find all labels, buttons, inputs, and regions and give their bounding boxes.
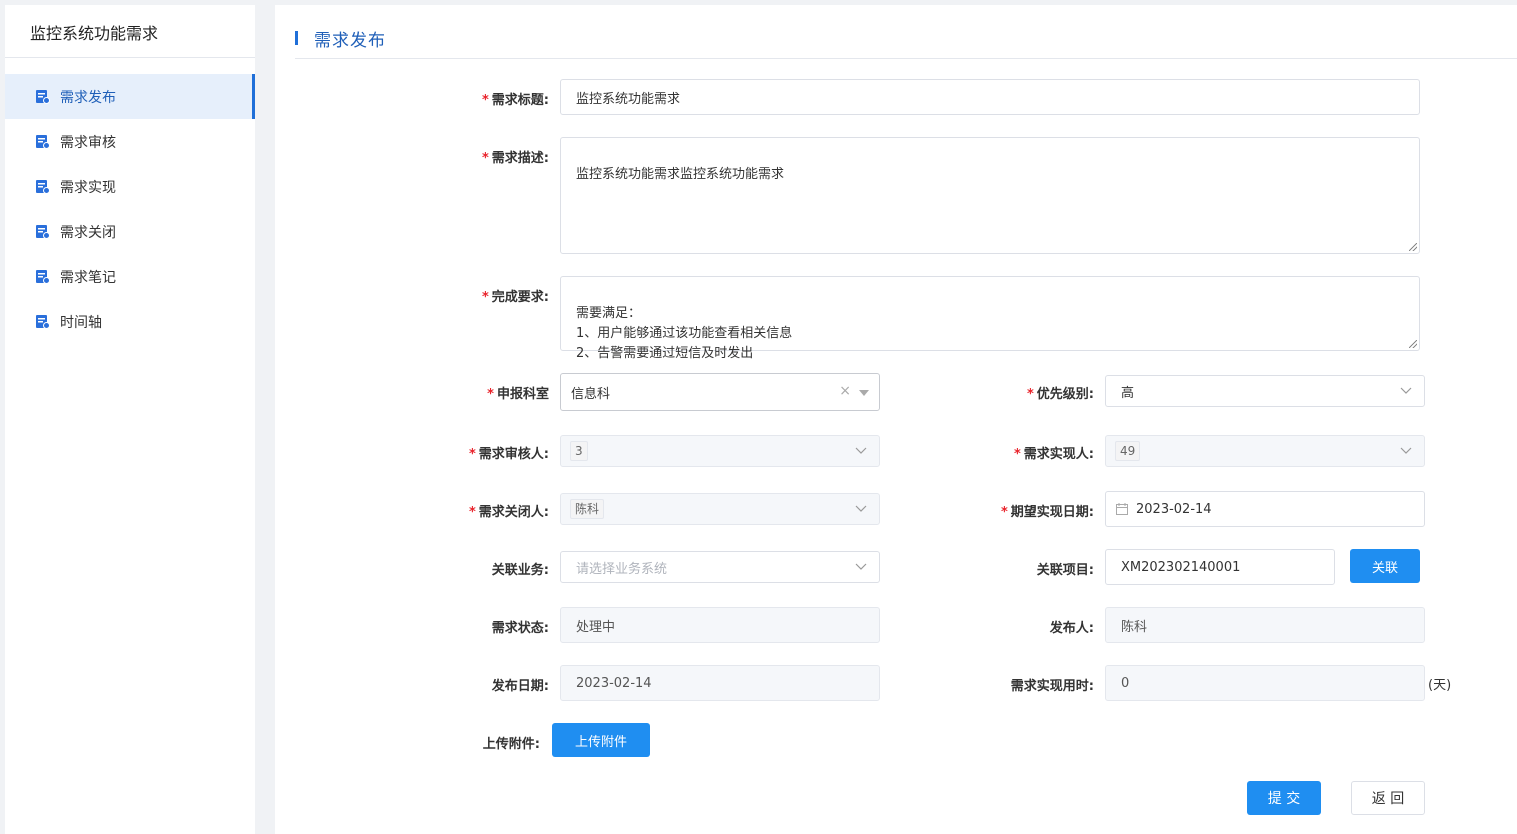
business-label: 关联业务: [491,563,549,578]
status-field: 处理中 [560,607,880,643]
implementer-label: * 需求实现人: [1013,447,1094,462]
chevron-down-icon [855,563,867,570]
sidebar-item-implement[interactable]: 需求实现 [5,164,255,209]
publish-date-label: 发布日期: [491,679,549,694]
sidebar-item-close[interactable]: 需求关闭 [5,209,255,254]
duration-field: 0 [1105,665,1425,701]
sidebar-item-label: 需求审核 [60,134,116,151]
header-accent-bar [295,31,298,45]
document-icon [36,270,50,284]
reviewer-label: * 需求审核人: [468,447,549,462]
department-select[interactable]: 信息科 × [560,373,880,411]
resize-grip-icon[interactable] [1409,340,1417,348]
business-placeholder: 请选择业务系统 [576,561,668,577]
closer-select[interactable]: 陈科 [560,493,880,525]
implementer-tag: 49 [1115,441,1141,461]
department-value: 信息科 [571,386,611,402]
document-icon [36,225,50,239]
document-icon [36,180,50,194]
clear-icon[interactable]: × [839,383,851,399]
description-text: 监控系统功能需求监控系统功能需求 [576,167,785,182]
document-icon [36,135,50,149]
publisher-field: 陈科 [1105,607,1425,643]
main-panel: 需求发布 * 需求标题: 监控系统功能需求 * 需求描述: 监控系统功能需求监控系统… [275,5,1517,834]
expected-date-picker[interactable]: 2023-02-14 [1105,491,1425,527]
caret-down-icon[interactable] [859,390,869,396]
upload-label: 上传附件: [482,737,540,752]
reviewer-tag: 3 [570,441,588,461]
department-label: * 申报科室 [487,387,549,402]
implementer-select[interactable]: 49 [1105,435,1425,467]
page-header: 需求发布 [295,5,1517,59]
expected-date-label: * 期望实现日期: [1000,505,1094,520]
description-label: * 需求描述: [481,151,549,166]
priority-label: * 优先级别: [1026,387,1094,402]
link-button[interactable]: 关联 [1350,549,1420,583]
title-input[interactable]: 监控系统功能需求 [560,79,1420,115]
sidebar-item-publish[interactable]: 需求发布 [5,74,255,119]
sidebar-item-review[interactable]: 需求审核 [5,119,255,164]
chevron-down-icon [855,447,867,454]
sidebar-menu: 需求发布 需求审核 需求实现 需求关闭 需求笔记 时间轴 [5,74,255,344]
resize-grip-icon[interactable] [1409,243,1417,251]
reviewer-select[interactable]: 3 [560,435,880,467]
sidebar-item-label: 需求实现 [60,179,116,196]
completion-text: 需要满足： 1、用户能够通过该功能查看相关信息 2、告警需要通过短信及时发出 [576,306,793,361]
back-button[interactable]: 返 回 [1351,781,1425,815]
chevron-down-icon [1400,387,1412,394]
chevron-down-icon [1400,447,1412,454]
submit-button[interactable]: 提 交 [1247,781,1321,815]
document-icon [36,90,50,104]
completion-label: * 完成要求: [481,290,549,305]
document-icon [36,315,50,329]
project-input[interactable]: XM202302140001 [1105,549,1335,585]
project-label: 关联项目: [1036,563,1094,578]
sidebar-item-label: 时间轴 [60,314,102,331]
closer-tag: 陈科 [570,499,605,519]
duration-label: 需求实现用时: [1010,679,1094,694]
title-label: * 需求标题: [481,93,549,108]
page-title: 需求发布 [314,31,386,51]
sidebar-item-label: 需求笔记 [60,269,116,286]
sidebar-item-label: 需求关闭 [60,224,116,241]
duration-unit: (天) [1428,678,1452,693]
sidebar: 监控系统功能需求 需求发布 需求审核 需求实现 需求关闭 需求笔记 时间轴 [5,5,255,834]
status-label: 需求状态: [491,621,549,636]
description-textarea[interactable]: 监控系统功能需求监控系统功能需求 [560,137,1420,254]
calendar-icon [1116,503,1128,515]
priority-select[interactable]: 高 [1105,375,1425,407]
sidebar-title: 监控系统功能需求 [5,5,255,58]
priority-value: 高 [1121,385,1135,401]
sidebar-item-timeline[interactable]: 时间轴 [5,299,255,344]
completion-textarea[interactable]: 需要满足： 1、用户能够通过该功能查看相关信息 2、告警需要通过短信及时发出 [560,276,1420,361]
sidebar-item-label: 需求发布 [60,89,116,106]
upload-button[interactable]: 上传附件 [552,723,650,757]
sidebar-item-notes[interactable]: 需求笔记 [5,254,255,299]
publisher-label: 发布人: [1049,621,1094,636]
publish-date-field: 2023-02-14 [560,665,880,701]
chevron-down-icon [855,505,867,512]
business-select[interactable]: 请选择业务系统 [560,551,880,583]
expected-date-value: 2023-02-14 [1136,501,1212,517]
closer-label: * 需求关闭人: [468,505,549,520]
